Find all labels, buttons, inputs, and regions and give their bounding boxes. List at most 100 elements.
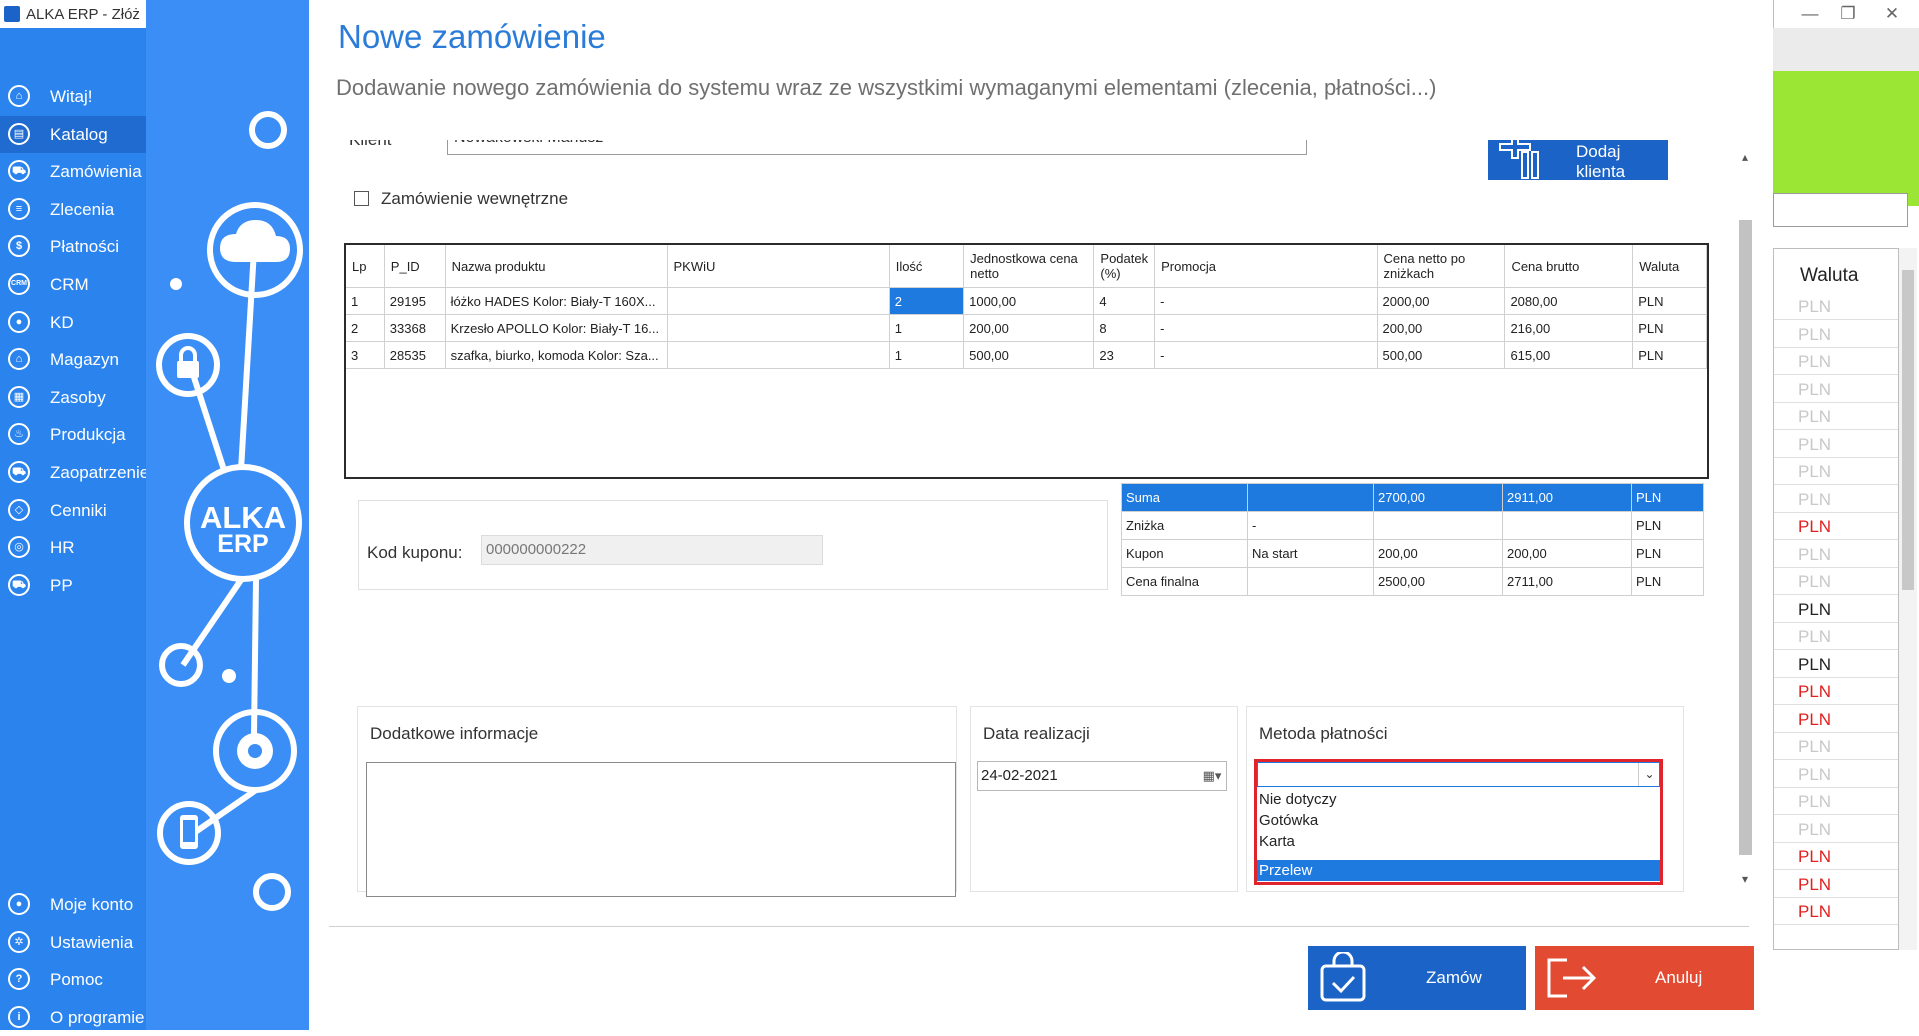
list-item[interactable]: PLN (1774, 596, 1898, 623)
cell-tax[interactable]: 23 (1093, 341, 1156, 369)
list-item[interactable]: PLN (1774, 788, 1898, 815)
column-header[interactable]: Cena netto po zniżkach (1377, 245, 1506, 288)
cell-currency[interactable]: PLN (1632, 287, 1707, 315)
order-button[interactable]: Zamów (1308, 946, 1526, 1010)
cell-pid[interactable]: 33368 (384, 314, 446, 342)
coupon-code-field[interactable]: 000000000222 (481, 535, 823, 565)
payment-option[interactable]: Gotówka (1257, 810, 1660, 831)
cell-pkwiu[interactable] (667, 341, 890, 369)
sidebar-item-crm[interactable]: CRM CRM (0, 266, 146, 303)
list-item[interactable]: PLN (1774, 871, 1898, 898)
cell-quantity[interactable]: 2 (889, 287, 965, 315)
cell-lp[interactable]: 2 (346, 314, 385, 342)
cell-currency[interactable]: PLN (1632, 314, 1707, 342)
cell-gross-price[interactable]: 216,00 (1504, 314, 1634, 342)
list-item[interactable]: PLN (1774, 486, 1898, 513)
client-field[interactable]: Nowakowski Mariusz (447, 140, 1307, 155)
sidebar-item-o-programie[interactable]: i O programie (0, 999, 146, 1036)
list-item[interactable]: PLN (1774, 458, 1898, 485)
list-item[interactable]: PLN (1774, 568, 1898, 595)
sidebar-item-ustawienia[interactable]: ✲ Ustawienia (0, 924, 146, 961)
list-item[interactable]: PLN (1774, 541, 1898, 568)
cell-gross-price[interactable]: 2080,00 (1504, 287, 1634, 315)
sidebar-item-zasoby[interactable]: ▦ Zasoby (0, 379, 146, 416)
cell-pid[interactable]: 28535 (384, 341, 446, 369)
list-item[interactable]: PLN (1774, 293, 1898, 320)
sidebar-item-katalog[interactable]: ▤ Katalog (0, 115, 146, 153)
cell-quantity[interactable]: 1 (889, 341, 965, 369)
cell-lp[interactable]: 1 (346, 287, 385, 315)
column-header[interactable]: Cena brutto (1504, 245, 1634, 288)
sidebar-item-moje-konto[interactable]: ● Moje konto (0, 886, 146, 923)
list-item[interactable]: PLN (1774, 623, 1898, 650)
list-item[interactable]: PLN (1774, 898, 1898, 925)
cell-tax[interactable]: 8 (1093, 314, 1156, 342)
sidebar-item-płatności[interactable]: $ Płatności (0, 228, 146, 265)
scroll-down-icon[interactable]: ▾ (1736, 872, 1754, 886)
payment-option-selected[interactable]: Przelew (1257, 860, 1660, 881)
scrollbar-thumb[interactable] (1902, 270, 1914, 590)
list-item[interactable]: PLN (1774, 321, 1898, 348)
column-header[interactable]: Nazwa produktu (445, 245, 668, 288)
list-item[interactable]: PLN (1774, 431, 1898, 458)
list-item[interactable]: PLN (1774, 348, 1898, 375)
column-header[interactable]: Jednostkowa cena netto (963, 245, 1095, 288)
column-header[interactable]: Waluta (1632, 245, 1707, 288)
calendar-dropdown-icon[interactable]: ▦▾ (1198, 762, 1226, 790)
column-header[interactable]: Lp (346, 245, 385, 288)
cell-quantity[interactable]: 1 (889, 314, 965, 342)
column-header[interactable]: Podatek (%) (1093, 245, 1156, 288)
chevron-down-icon[interactable]: ⌄ (1638, 763, 1660, 786)
sidebar-item-witaj-[interactable]: ⌂ Witaj! (0, 78, 146, 115)
cell-net-price[interactable]: 500,00 (1377, 341, 1506, 369)
table-row[interactable]: 3 28535 szafka, biurko, komoda Kolor: Sz… (346, 341, 1707, 369)
sidebar-item-zlecenia[interactable]: ≡ Zlecenia (0, 191, 146, 228)
cell-product-name[interactable]: łóżko HADES Kolor: Biały-T 160X... (445, 287, 668, 315)
column-header[interactable]: Promocja (1154, 245, 1378, 288)
cell-product-name[interactable]: Krzesło APOLLO Kolor: Biały-T 16... (445, 314, 668, 342)
background-scrollbar[interactable] (1899, 248, 1917, 950)
list-item[interactable]: PLN (1774, 651, 1898, 678)
sidebar-item-cenniki[interactable]: ◇ Cenniki (0, 492, 146, 529)
cell-lp[interactable]: 3 (346, 341, 385, 369)
realization-date-picker[interactable]: 24-02-2021 ▦▾ (977, 761, 1227, 791)
list-item[interactable]: PLN (1774, 706, 1898, 733)
close-window-button[interactable]: ✕ (1872, 3, 1912, 25)
background-input[interactable] (1773, 193, 1908, 227)
cell-promotion[interactable]: - (1154, 341, 1378, 369)
payment-option[interactable]: Karta (1257, 831, 1660, 852)
payment-option[interactable]: Nie dotyczy (1257, 789, 1660, 810)
cell-unit-price[interactable]: 1000,00 (963, 287, 1095, 315)
cancel-button[interactable]: Anuluj (1535, 946, 1754, 1010)
internal-order-checkbox[interactable] (354, 191, 369, 206)
column-header[interactable]: Ilość (889, 245, 965, 288)
list-item[interactable]: PLN (1774, 733, 1898, 760)
cell-currency[interactable]: PLN (1632, 341, 1707, 369)
sidebar-item-produkcja[interactable]: ♨ Produkcja (0, 416, 146, 453)
table-row[interactable]: 1 29195 łóżko HADES Kolor: Biały-T 160X.… (346, 287, 1707, 315)
dialog-scrollbar[interactable]: ▴ ▾ (1736, 150, 1754, 890)
sidebar-item-magazyn[interactable]: ⌂ Magazyn (0, 341, 146, 378)
cell-pkwiu[interactable] (667, 287, 890, 315)
cell-promotion[interactable]: - (1154, 287, 1378, 315)
column-header[interactable]: PKWiU (667, 245, 890, 288)
cell-net-price[interactable]: 2000,00 (1377, 287, 1506, 315)
sidebar-item-pp[interactable]: ⛟ PP (0, 567, 146, 604)
sidebar-item-pomoc[interactable]: ? Pomoc (0, 961, 146, 998)
payment-method-select[interactable]: ⌄ (1257, 762, 1660, 787)
sidebar-item-hr[interactable]: ◎ HR (0, 529, 146, 566)
list-item[interactable]: PLN (1774, 678, 1898, 705)
additional-info-textarea[interactable] (366, 762, 956, 897)
scroll-up-icon[interactable]: ▴ (1736, 150, 1754, 164)
sidebar-item-kd[interactable]: ● KD (0, 304, 146, 341)
list-item[interactable]: PLN (1774, 816, 1898, 843)
list-item[interactable]: PLN (1774, 513, 1898, 540)
list-item[interactable]: PLN (1774, 843, 1898, 870)
column-header[interactable]: P_ID (384, 245, 446, 288)
sidebar-item-zamówienia[interactable]: ⛟ Zamówienia (0, 153, 146, 190)
list-item[interactable]: PLN (1774, 376, 1898, 403)
cell-product-name[interactable]: szafka, biurko, komoda Kolor: Sza... (445, 341, 668, 369)
list-item[interactable]: PLN (1774, 403, 1898, 430)
cell-tax[interactable]: 4 (1093, 287, 1156, 315)
cell-unit-price[interactable]: 500,00 (963, 341, 1095, 369)
